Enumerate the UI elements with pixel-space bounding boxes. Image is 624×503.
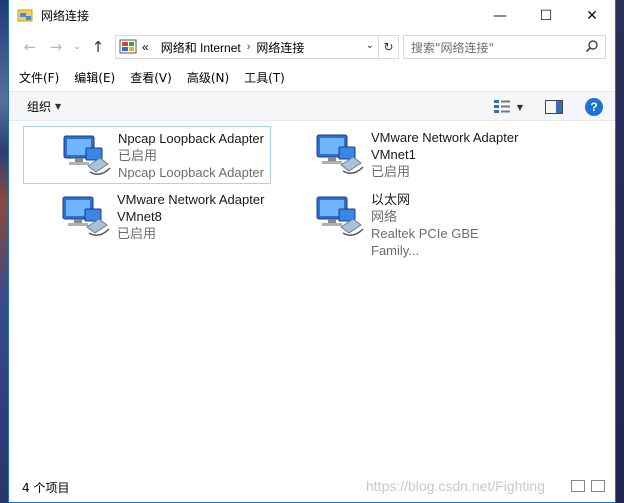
adapter-name: VMware Network Adapter VMnet8	[117, 192, 265, 224]
refresh-button[interactable]: ↻	[378, 36, 398, 58]
menu-bar: 文件(F) 编辑(E) 查看(V) 高级(N) 工具(T)	[9, 63, 615, 91]
explorer-window: 网络连接 — ☐ ✕ ← → ⌄ ↑ « 网络和 Internet › 网络连接…	[8, 0, 616, 503]
chevron-down-icon[interactable]: ⌄	[366, 40, 374, 51]
adapter-status: 网络	[371, 209, 398, 224]
connections-list: Npcap Loopback Adapter 已启用 Npcap Loopbac…	[9, 122, 615, 470]
item-count: 4 个项目	[22, 480, 70, 495]
details-view-icon[interactable]	[571, 480, 585, 492]
adapter-name: Npcap Loopback Adapter	[118, 131, 264, 146]
adapter-device: Npcap Loopback Adapter	[118, 165, 264, 180]
change-view-icon[interactable]	[493, 99, 511, 115]
tiles-view-icon[interactable]	[591, 480, 605, 492]
address-bar[interactable]: « 网络和 Internet › 网络连接 ⌄ ↻	[115, 35, 399, 59]
menu-tools[interactable]: 工具(T)	[244, 69, 285, 86]
adapter-device: Realtek PCIe GBE Family...	[371, 226, 479, 258]
minimize-button[interactable]: —	[477, 0, 523, 31]
window-title: 网络连接	[41, 9, 90, 23]
desktop-background-right	[616, 0, 624, 503]
control-panel-icon	[119, 38, 137, 56]
close-button[interactable]: ✕	[569, 0, 615, 31]
forward-button[interactable]: →	[43, 35, 69, 59]
desktop-background-left	[0, 0, 8, 503]
adapter-status: 已启用	[117, 226, 157, 241]
list-item-npcap[interactable]: Npcap Loopback Adapter 已启用 Npcap Loopbac…	[23, 126, 271, 184]
adapter-name: VMware Network Adapter VMnet1	[371, 130, 519, 162]
search-placeholder: 搜索"网络连接"	[411, 40, 495, 55]
maximize-button[interactable]: ☐	[523, 0, 569, 31]
navigation-row: ← → ⌄ ↑ « 网络和 Internet › 网络连接 ⌄ ↻ 搜索"网络连…	[9, 31, 615, 63]
menu-view[interactable]: 查看(V)	[130, 69, 172, 86]
adapter-name: 以太网	[371, 192, 411, 207]
menu-file[interactable]: 文件(F)	[19, 69, 59, 86]
preview-pane-icon[interactable]	[545, 100, 563, 114]
network-folder-icon	[17, 8, 33, 24]
refresh-icon: ↻	[383, 40, 394, 54]
address-segment-network-internet[interactable]: 网络和 Internet	[161, 39, 241, 56]
title-bar[interactable]: 网络连接 — ☐ ✕	[9, 0, 615, 31]
adapter-status: 已启用	[118, 148, 158, 163]
watermark: https://blog.csdn.net/Fighting	[366, 478, 545, 494]
organize-button[interactable]: 组织	[27, 98, 51, 115]
status-bar: 4 个项目 https://blog.csdn.net/Fighting	[9, 472, 615, 502]
address-segment-network-connections[interactable]: 网络连接	[256, 39, 304, 56]
list-item-ethernet[interactable]: 以太网 网络 Realtek PCIe GBE Family...	[277, 188, 525, 258]
menu-advanced[interactable]: 高级(N)	[187, 69, 229, 86]
view-options-caret-icon[interactable]: ▼	[517, 103, 523, 112]
recent-locations-button[interactable]: ⌄	[69, 35, 85, 59]
back-button[interactable]: ←	[17, 35, 43, 59]
help-icon[interactable]: ?	[585, 98, 603, 116]
command-bar: 组织 ▼ ▼ ?	[9, 91, 615, 121]
search-icon[interactable]	[585, 39, 599, 53]
network-adapter-icon	[313, 193, 367, 241]
network-adapter-icon	[313, 131, 367, 179]
network-adapter-icon	[60, 132, 114, 180]
list-item-vmnet1[interactable]: VMware Network Adapter VMnet1 已启用	[277, 126, 525, 184]
network-adapter-icon	[59, 193, 113, 241]
caret-down-icon[interactable]: ▼	[55, 102, 61, 111]
chevron-right-icon[interactable]: ›	[247, 41, 251, 53]
address-prefix[interactable]: «	[142, 40, 149, 54]
adapter-status: 已启用	[371, 164, 411, 179]
list-item-vmnet8[interactable]: VMware Network Adapter VMnet8 已启用	[23, 188, 271, 246]
search-input[interactable]: 搜索"网络连接"	[403, 35, 606, 59]
up-button[interactable]: ↑	[85, 35, 111, 59]
menu-edit[interactable]: 编辑(E)	[74, 69, 115, 86]
